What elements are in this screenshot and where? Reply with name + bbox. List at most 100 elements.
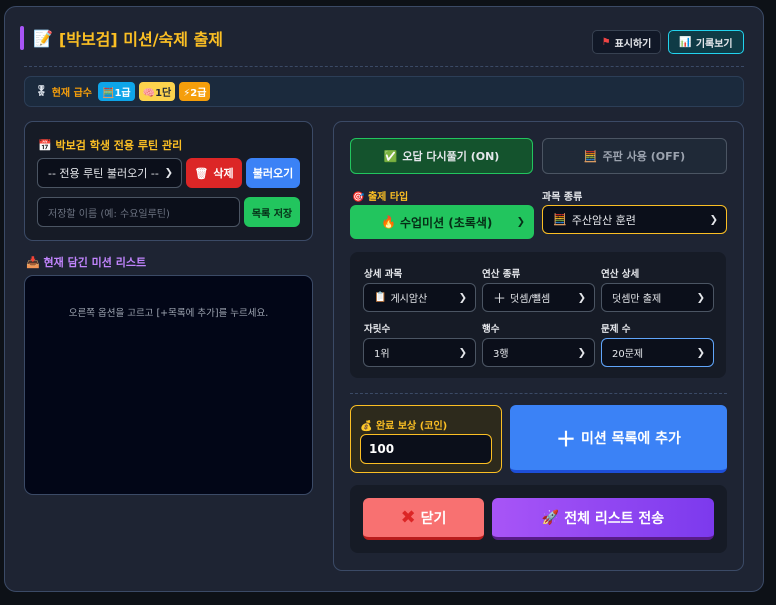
close-button[interactable]: ✖ 닫기 [363, 498, 484, 540]
subject-label: 과목 종류 [542, 192, 583, 203]
detail-subject-label: 상세 과목 [364, 269, 403, 280]
load-button[interactable]: 불러오기 [246, 158, 300, 188]
reward-label-text: 완료 보상 (코인) [375, 421, 448, 432]
record-button-label: 기록보기 [695, 38, 733, 50]
routine-name-input[interactable]: 저장할 이름 (예: 수요일루틴) [37, 197, 240, 227]
chevron-down-icon: ❯ [696, 347, 705, 358]
chevron-down-icon: ❯ [458, 292, 467, 303]
chevron-down-icon: ❯ [577, 292, 586, 303]
count-select[interactable]: 20문제 ❯ [601, 338, 714, 367]
review-toggle-button[interactable]: ✅ 오답 다시풀기 (ON) [350, 138, 533, 174]
digits-label: 자릿수 [364, 324, 391, 335]
target-icon: 🎯 [352, 192, 365, 203]
calendar-icon: 📅 [38, 139, 52, 152]
operation-select[interactable]: ＋ 덧셈/뺄셈 ❯ [482, 283, 595, 312]
detail-subject-value: 게시암산 [390, 294, 428, 305]
mission-type-label: 🎯 출제 타입 [352, 188, 408, 203]
abacus-grade-badge: 🧮1급 [98, 82, 135, 101]
grade-label: 현재 급수 [51, 88, 92, 99]
close-icon: ✖ [400, 507, 416, 528]
chevron-down-icon: ❯ [164, 167, 173, 179]
mental-grade-badge: 🧠1단 [138, 82, 176, 101]
operation-value: 덧셈/뺄셈 [510, 294, 551, 305]
delete-button-label: 삭제 [213, 167, 234, 180]
routine-title: 📅 박보검 학생 전용 루틴 관리 [38, 137, 182, 153]
abacus-grade-value: 1급 [114, 88, 131, 99]
plus-icon: ＋ [493, 292, 507, 307]
reward-box: 💰 완료 보상 (코인) 100 [350, 405, 502, 473]
routine-title-text: 박보검 학생 전용 루틴 관리 [55, 139, 183, 152]
abacus-icon: 🧮 [553, 213, 567, 226]
check-icon: ✅ [383, 149, 398, 163]
plus-icon: ＋ [556, 427, 577, 451]
operation-detail-select[interactable]: 덧셈만 출제 ❯ [601, 283, 714, 312]
fire-icon: 🔥 [381, 215, 396, 229]
operation-detail-value: 덧셈만 출제 [612, 294, 662, 305]
reward-value: 100 [369, 442, 395, 456]
mission-list-empty: 오른쪽 옵션을 고르고 [+목록에 추가]를 누르세요. [68, 308, 269, 319]
digits-value: 1위 [374, 349, 390, 360]
count-label: 문제 수 [601, 324, 631, 335]
chevron-down-icon: ❯ [709, 214, 718, 225]
count-value: 20문제 [612, 349, 644, 360]
subject-value: 주산암산 훈련 [571, 213, 636, 227]
chevron-down-icon: ❯ [577, 347, 586, 358]
delete-button[interactable]: 🗑 삭제 [186, 158, 242, 188]
inbox-icon: 📥 [26, 256, 40, 269]
subject-select[interactable]: 🧮 주산암산 훈련 ❯ [542, 205, 727, 234]
show-button-label: 표시하기 [614, 38, 652, 50]
clipboard-icon: 📋 [374, 292, 387, 303]
routine-select-value: -- 전용 루틴 불러오기 -- [48, 167, 159, 180]
abacus-icon: 🧮 [583, 149, 598, 163]
show-button[interactable]: ⚑ 표시하기 [592, 30, 661, 54]
chevron-down-icon: ❯ [516, 216, 525, 228]
divider [350, 393, 727, 394]
chevron-down-icon: ❯ [696, 292, 705, 303]
money-bag-icon: 💰 [360, 421, 373, 432]
flash-grade-badge: ⚡2급 [179, 82, 211, 101]
rows-value: 3행 [493, 349, 509, 360]
mission-list-title: 📥 현재 담긴 미션 리스트 [26, 254, 146, 270]
add-mission-button-label: 미션 목록에 추가 [581, 430, 681, 447]
operation-detail-label: 연산 상세 [601, 269, 640, 280]
flag-icon: ⚑ [601, 36, 611, 48]
routine-panel: 📅 박보검 학생 전용 루틴 관리 -- 전용 루틴 불러오기 -- ❯ 🗑 삭… [24, 121, 313, 241]
save-list-button-label: 목록 저장 [251, 208, 293, 220]
flash-grade-value: 2급 [190, 88, 207, 99]
chevron-down-icon: ❯ [458, 347, 467, 358]
routine-select[interactable]: -- 전용 루틴 불러오기 -- ❯ [37, 158, 182, 188]
rocket-icon: 🚀 [541, 509, 560, 526]
save-list-button[interactable]: 목록 저장 [244, 197, 300, 227]
add-mission-button[interactable]: ＋ 미션 목록에 추가 [510, 405, 727, 473]
chart-icon: 📊 [679, 36, 692, 48]
abacus-toggle-label: 주판 사용 (OFF) [602, 150, 686, 163]
mission-list-title-text: 현재 담긴 미션 리스트 [43, 256, 147, 269]
reward-label: 💰 완료 보상 (코인) [360, 417, 447, 432]
mission-list: 오른쪽 옵션을 고르고 [+목록에 추가]를 누르세요. [24, 275, 313, 495]
divider [24, 66, 744, 67]
detail-subject-select[interactable]: 📋 게시암산 ❯ [363, 283, 476, 312]
title-accent-bar [20, 26, 24, 50]
send-list-button-label: 전체 리스트 전송 [564, 510, 665, 527]
rows-label: 행수 [482, 324, 500, 335]
rows-select[interactable]: 3행 ❯ [482, 338, 595, 367]
record-button[interactable]: 📊 기록보기 [668, 30, 744, 54]
review-toggle-label: 오답 다시풀기 (ON) [402, 150, 500, 163]
mental-grade-value: 1단 [155, 88, 172, 99]
trash-icon: 🗑 [194, 166, 209, 180]
memo-icon: 📝 [33, 28, 53, 48]
mission-type-label-text: 출제 타입 [367, 192, 409, 203]
operation-label: 연산 종류 [482, 269, 521, 280]
send-list-button[interactable]: 🚀 전체 리스트 전송 [492, 498, 714, 540]
mission-type-select[interactable]: 🔥 수업미션 (초록색) ❯ [350, 205, 534, 239]
close-button-label: 닫기 [420, 510, 447, 527]
reward-input[interactable]: 100 [360, 434, 492, 464]
grade-bar: 🎖 현재 급수 🧮1급 🧠1단 ⚡2급 [24, 76, 744, 107]
abacus-toggle-button[interactable]: 🧮 주판 사용 (OFF) [542, 138, 727, 174]
load-button-label: 불러오기 [252, 167, 294, 180]
page-title: 📝 [박보검] 미션/숙제 출제 [20, 26, 223, 50]
routine-name-placeholder: 저장할 이름 (예: 수요일루틴) [48, 208, 170, 220]
digits-select[interactable]: 1위 ❯ [363, 338, 476, 367]
medal-icon: 🎖 [35, 86, 48, 97]
mission-type-value: 수업미션 (초록색) [399, 215, 493, 230]
